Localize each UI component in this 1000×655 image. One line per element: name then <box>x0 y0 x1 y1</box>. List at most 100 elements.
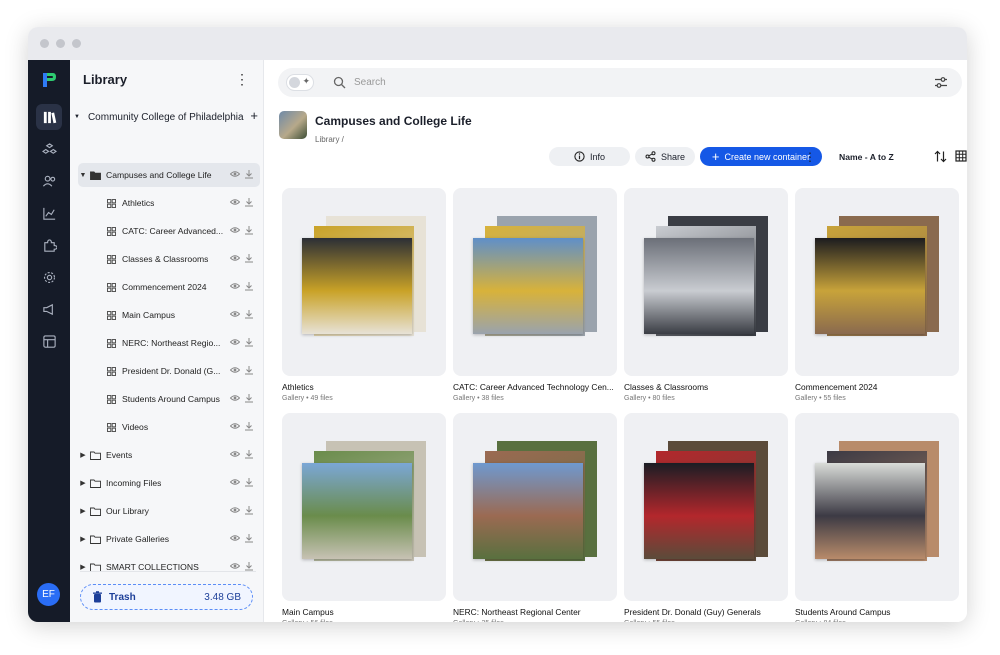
tree-root[interactable]: ▼ Community College of Philadelphia + <box>74 108 260 124</box>
trash-button[interactable]: Trash 3.48 GB <box>80 584 253 610</box>
rail-analytics-button[interactable] <box>36 200 62 226</box>
tree-node-gallery[interactable]: Commencement 2024 <box>94 275 260 299</box>
tree-node-folder[interactable]: ▶ Events <box>78 443 260 467</box>
card-meta: Gallery • 80 files <box>624 395 675 402</box>
rail-layout-button[interactable] <box>36 328 62 354</box>
download-icon[interactable] <box>244 225 254 235</box>
grid-view-icon[interactable] <box>955 150 967 162</box>
eye-icon[interactable] <box>230 421 240 431</box>
tree-node-gallery[interactable]: President Dr. Donald (G... <box>94 359 260 383</box>
download-icon[interactable] <box>244 533 254 543</box>
eye-icon[interactable] <box>230 561 240 571</box>
rail-integrations-button[interactable] <box>36 136 62 162</box>
tree-node-gallery[interactable]: Main Campus <box>94 303 260 327</box>
eye-icon[interactable] <box>230 197 240 207</box>
window-dot-minimize[interactable] <box>56 39 65 48</box>
eye-icon[interactable] <box>230 309 240 319</box>
window-dot-close[interactable] <box>40 39 49 48</box>
gallery-card[interactable]: Students Around Campus Gallery • 84 files <box>795 413 959 622</box>
tree-node-folder[interactable]: ▶ Our Library <box>78 499 260 523</box>
eye-icon[interactable] <box>230 281 240 291</box>
card-title[interactable]: Students Around Campus <box>795 607 961 617</box>
tree-node-folder[interactable]: ▶ SMART COLLECTIONS <box>78 555 260 579</box>
card-title[interactable]: NERC: Northeast Regional Center <box>453 607 619 617</box>
caret-right-icon[interactable]: ▶ <box>78 451 88 459</box>
sort-direction-icon[interactable] <box>934 150 947 163</box>
card-title[interactable]: Classes & Classrooms <box>624 382 790 392</box>
eye-icon[interactable] <box>230 225 240 235</box>
eye-icon[interactable] <box>230 365 240 375</box>
add-icon[interactable]: + <box>250 108 258 123</box>
tree-node-gallery[interactable]: CATC: Career Advanced... <box>94 219 260 243</box>
breadcrumb[interactable]: Library / <box>315 135 344 144</box>
card-title[interactable]: President Dr. Donald (Guy) Generals <box>624 607 790 617</box>
toggle-knob <box>289 77 300 88</box>
eye-icon[interactable] <box>230 393 240 403</box>
caret-right-icon[interactable]: ▶ <box>78 507 88 515</box>
caret-right-icon[interactable]: ▶ <box>78 563 88 571</box>
eye-icon[interactable] <box>230 169 240 179</box>
rail-plugins-button[interactable] <box>36 232 62 258</box>
more-options-icon[interactable]: ⋮ <box>804 150 816 164</box>
card-title[interactable]: Main Campus <box>282 607 448 617</box>
rail-users-button[interactable] <box>36 168 62 194</box>
user-avatar[interactable]: EF <box>37 583 60 606</box>
caret-right-icon[interactable]: ▶ <box>78 535 88 543</box>
download-icon[interactable] <box>244 337 254 347</box>
sidebar-menu-icon[interactable]: ⋮ <box>235 71 249 88</box>
download-icon[interactable] <box>244 197 254 207</box>
download-icon[interactable] <box>244 505 254 515</box>
eye-icon[interactable] <box>230 477 240 487</box>
card-title[interactable]: Commencement 2024 <box>795 382 961 392</box>
info-button[interactable]: Info <box>549 147 630 166</box>
gallery-card[interactable]: CATC: Career Advanced Technology Cen... G… <box>453 188 617 402</box>
caret-right-icon[interactable]: ▶ <box>78 479 88 487</box>
gallery-card[interactable]: Commencement 2024 Gallery • 55 files <box>795 188 959 402</box>
rail-library-button[interactable] <box>36 104 62 130</box>
cover-photo <box>473 463 583 559</box>
eye-icon[interactable] <box>230 533 240 543</box>
card-title[interactable]: Athletics <box>282 382 448 392</box>
node-label: Our Library <box>106 506 149 516</box>
ai-search-toggle[interactable]: ✦ <box>286 74 314 91</box>
gallery-card[interactable]: NERC: Northeast Regional Center Gallery •… <box>453 413 617 622</box>
download-icon[interactable] <box>244 477 254 487</box>
download-icon[interactable] <box>244 253 254 263</box>
window-dot-maximize[interactable] <box>72 39 81 48</box>
gallery-card[interactable]: President Dr. Donald (Guy) Generals Galle… <box>624 413 788 622</box>
sort-dropdown[interactable]: Name - A to Z <box>839 152 894 162</box>
eye-icon[interactable] <box>230 337 240 347</box>
tree-node-gallery[interactable]: NERC: Northeast Regio... <box>94 331 260 355</box>
download-icon[interactable] <box>244 169 254 179</box>
node-label: Commencement 2024 <box>122 282 207 292</box>
gallery-card[interactable]: Classes & Classrooms Gallery • 80 files <box>624 188 788 402</box>
eye-icon[interactable] <box>230 449 240 459</box>
tree-node-folder[interactable]: ▶ Incoming Files <box>78 471 260 495</box>
tree-node-folder[interactable]: ▶ Private Galleries <box>78 527 260 551</box>
rail-settings-button[interactable] <box>36 264 62 290</box>
eye-icon[interactable] <box>230 253 240 263</box>
gallery-card[interactable]: Athletics Gallery • 49 files <box>282 188 446 402</box>
caret-down-icon[interactable]: ▼ <box>78 172 88 179</box>
download-icon[interactable] <box>244 365 254 375</box>
tree-node-gallery[interactable]: Athletics <box>94 191 260 215</box>
eye-icon[interactable] <box>230 505 240 515</box>
rail-announcements-button[interactable] <box>36 296 62 322</box>
tree-node-selected[interactable]: ▼ Campuses and College Life <box>78 163 260 187</box>
download-icon[interactable] <box>244 309 254 319</box>
download-icon[interactable] <box>244 421 254 431</box>
filter-icon[interactable] <box>934 76 948 89</box>
download-icon[interactable] <box>244 281 254 291</box>
share-label: Share <box>660 151 686 162</box>
tree-node-gallery[interactable]: Classes & Classrooms <box>94 247 260 271</box>
gallery-card[interactable]: Main Campus Gallery • 56 files <box>282 413 446 622</box>
download-icon[interactable] <box>244 393 254 403</box>
download-icon[interactable] <box>244 449 254 459</box>
card-meta: Gallery • 55 files <box>795 395 846 402</box>
download-icon[interactable] <box>244 561 254 571</box>
tree-node-gallery[interactable]: Videos <box>94 415 260 439</box>
search-input[interactable] <box>354 73 914 92</box>
card-title[interactable]: CATC: Career Advanced Technology Cen... <box>453 382 619 392</box>
share-button[interactable]: Share <box>635 147 695 166</box>
tree-node-gallery[interactable]: Students Around Campus <box>94 387 260 411</box>
